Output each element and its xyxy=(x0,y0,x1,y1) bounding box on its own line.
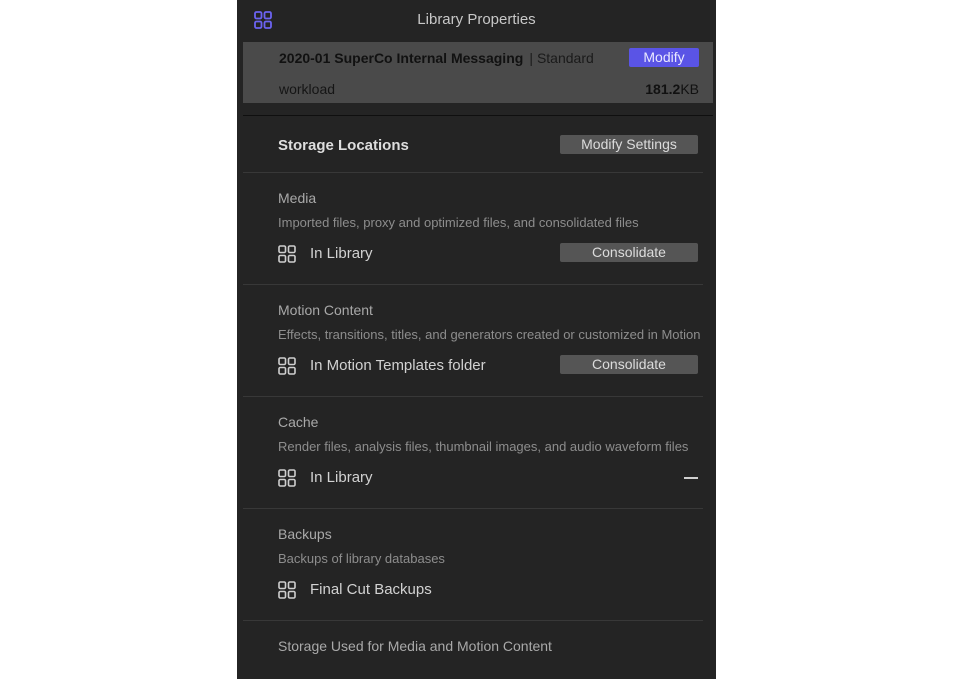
media-heading: Media xyxy=(278,190,317,206)
section-divider xyxy=(243,284,703,285)
library-info: 2020-01 SuperCo Internal Messaging | Stand… xyxy=(243,42,713,103)
motion-consolidate-button[interactable]: Consolidate xyxy=(560,355,698,374)
motion-content-location: In Motion Templates folder xyxy=(310,357,486,374)
library-name: 2020-01 SuperCo Internal Messaging xyxy=(279,50,524,66)
library-size-unit: KB xyxy=(680,81,699,97)
location-grid-icon xyxy=(278,469,296,487)
library-properties-panel: Library Properties 2020-01 SuperCo Inter… xyxy=(237,0,716,679)
title-bar: Library Properties xyxy=(237,0,716,40)
cache-description: Render files, analysis files, thumbnail … xyxy=(278,439,689,454)
modify-button[interactable]: Modify xyxy=(629,48,699,67)
location-grid-icon xyxy=(278,357,296,375)
cache-dash-indicator xyxy=(684,477,698,479)
workload-label: workload xyxy=(279,81,336,97)
backups-heading: Backups xyxy=(278,526,332,542)
library-size: 181.2KB xyxy=(645,79,699,99)
storage-used-heading: Storage Used for Media and Motion Conten… xyxy=(278,638,552,654)
cache-heading: Cache xyxy=(278,414,319,430)
window-title: Library Properties xyxy=(417,11,536,28)
storage-locations-heading: Storage Locations xyxy=(278,137,409,154)
library-name-line: 2020-01 SuperCo Internal Messaging | Stand… xyxy=(279,48,594,68)
library-type: Standard xyxy=(536,50,594,66)
library-size-value: 181.2 xyxy=(645,81,681,97)
backups-location: Final Cut Backups xyxy=(310,581,432,598)
section-divider xyxy=(243,620,703,621)
motion-content-description: Effects, transitions, titles, and genera… xyxy=(278,327,701,342)
location-grid-icon xyxy=(278,581,296,599)
cache-location: In Library xyxy=(310,469,373,486)
section-divider xyxy=(243,508,703,509)
library-separator: | xyxy=(529,50,533,66)
location-grid-icon xyxy=(278,245,296,263)
section-divider xyxy=(243,172,703,173)
info-divider xyxy=(243,115,713,116)
modify-settings-button[interactable]: Modify Settings xyxy=(560,135,698,154)
media-description: Imported files, proxy and optimized file… xyxy=(278,215,639,230)
motion-content-heading: Motion Content xyxy=(278,302,373,318)
media-consolidate-button[interactable]: Consolidate xyxy=(560,243,698,262)
section-divider xyxy=(243,396,703,397)
media-location: In Library xyxy=(310,245,373,262)
backups-description: Backups of library databases xyxy=(278,551,445,566)
